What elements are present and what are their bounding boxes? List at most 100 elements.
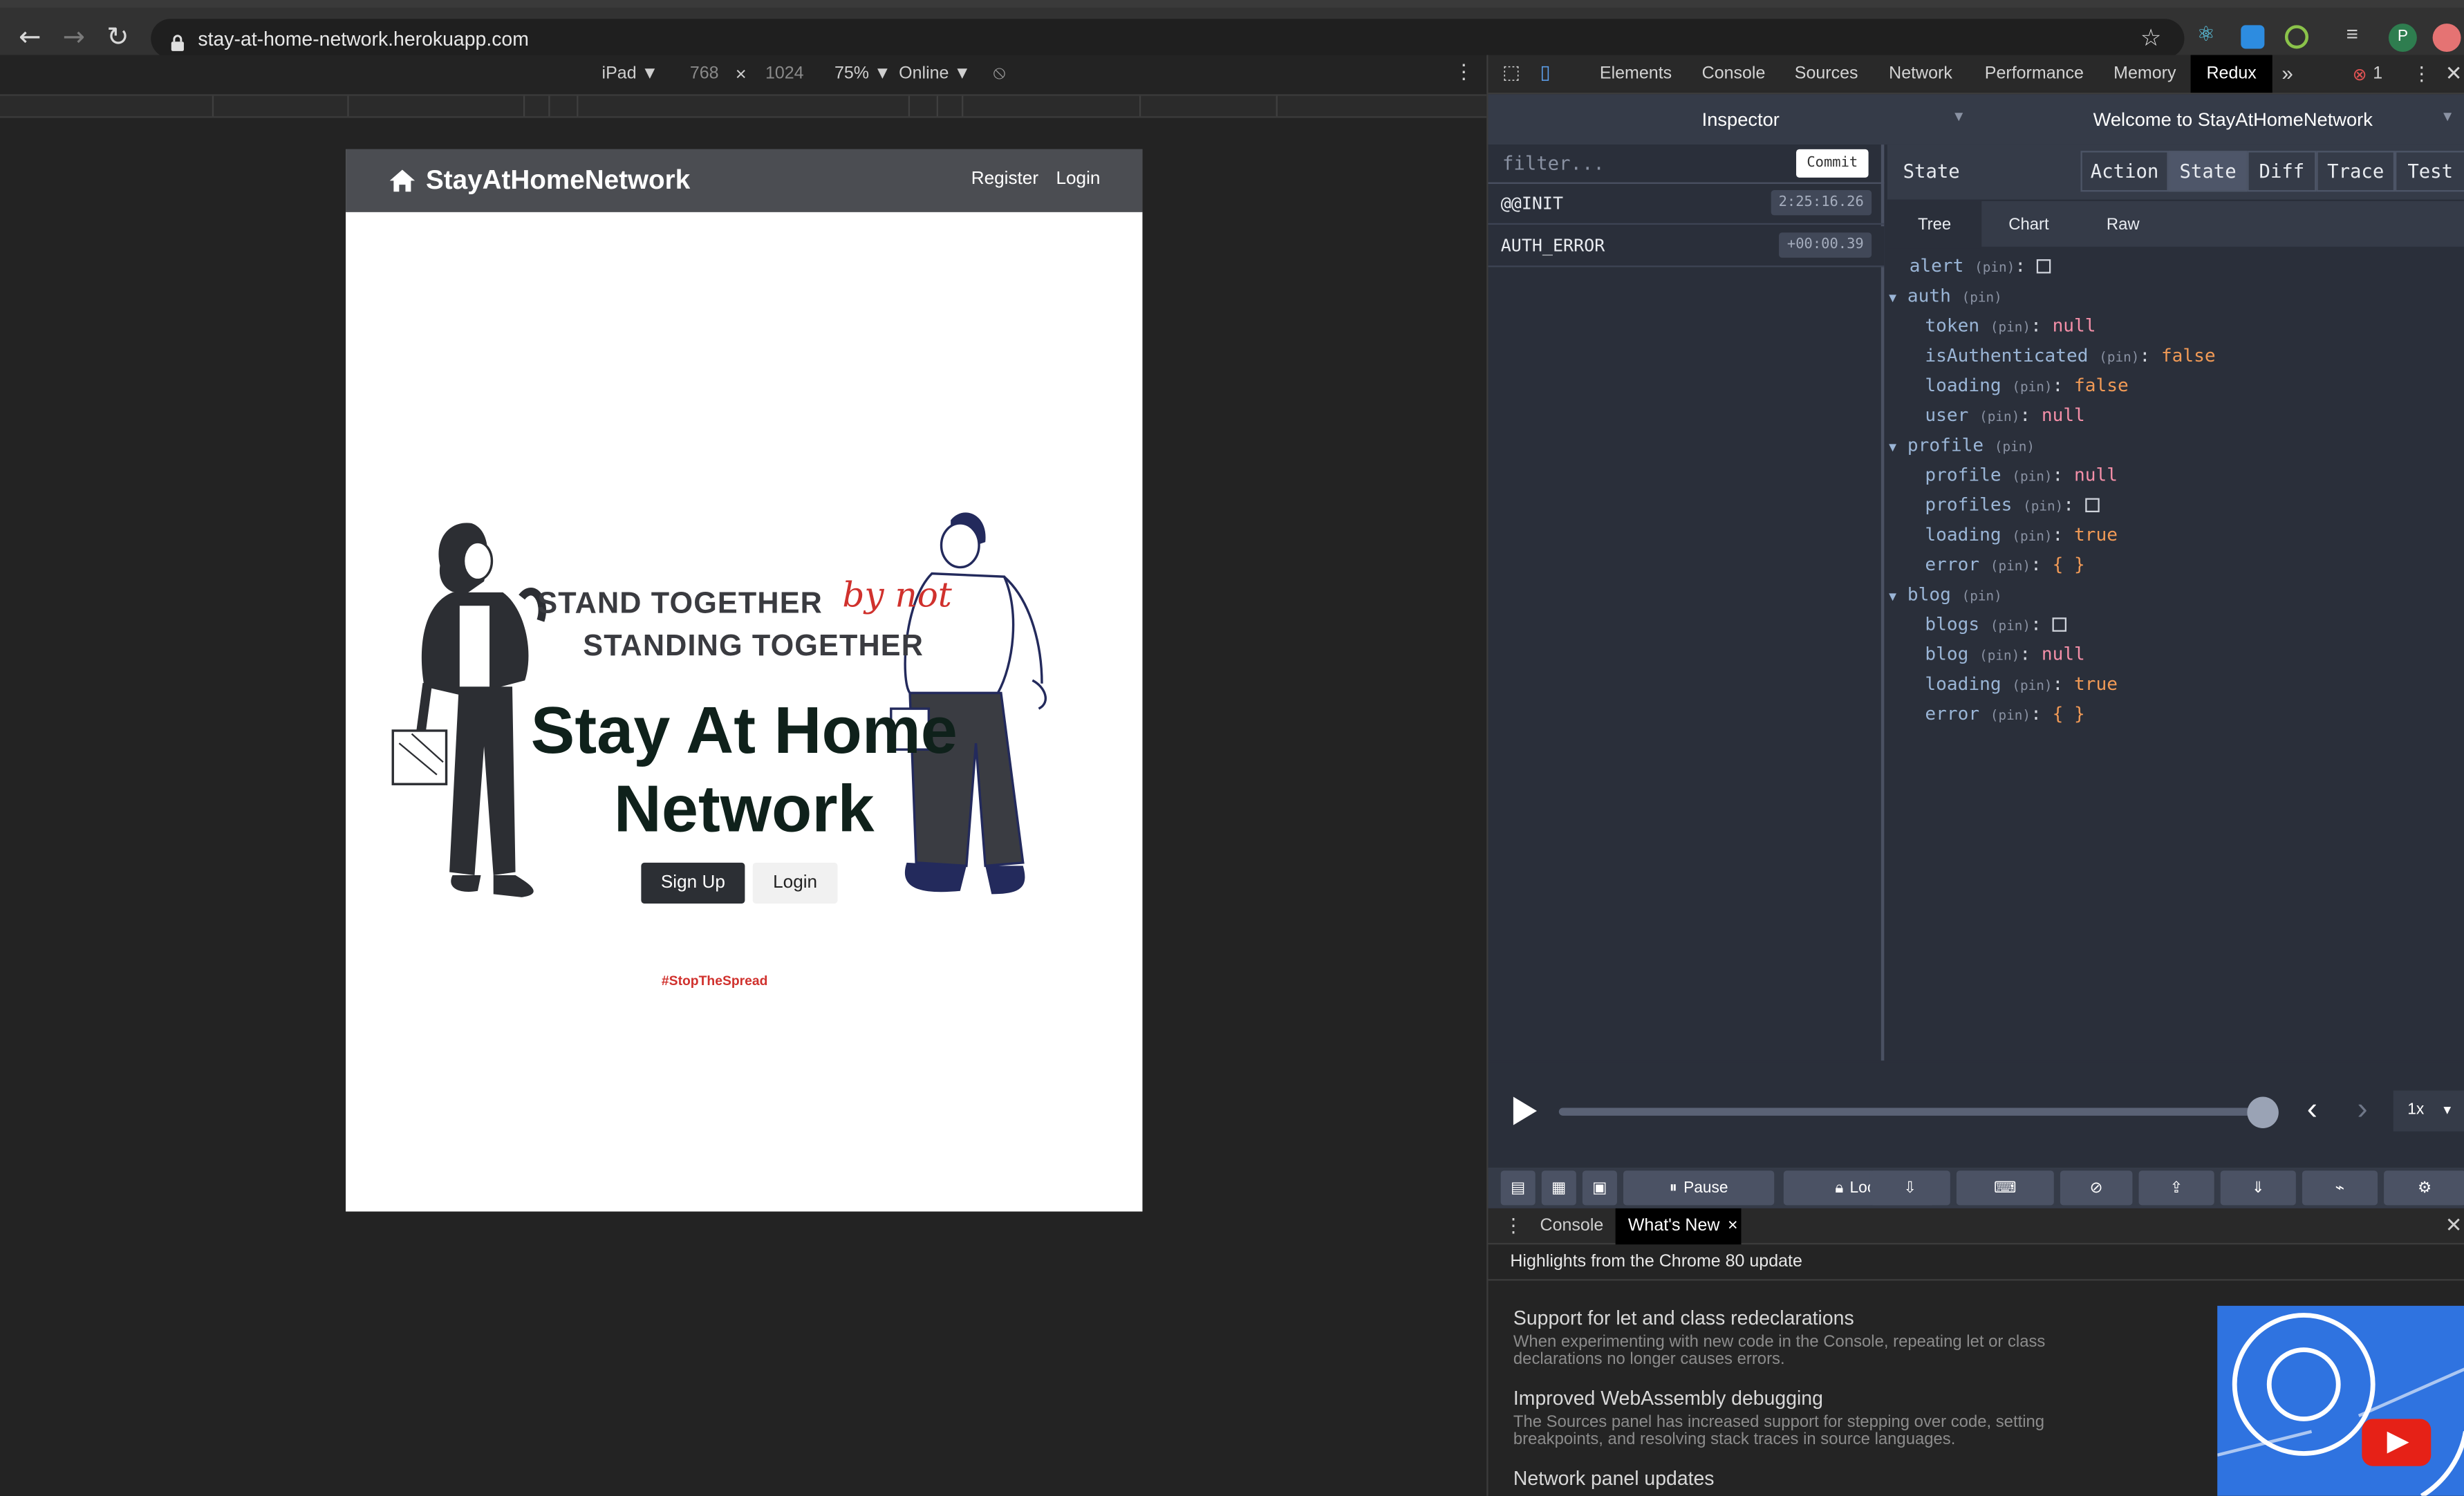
action-time: +00:00.39 [1779, 232, 1872, 258]
subtab-raw[interactable]: Raw [2076, 201, 2170, 248]
time-travel-slider: ‹ › 1x ▼ [1488, 1060, 2464, 1168]
remote-icon[interactable]: ⌁ [2302, 1170, 2378, 1206]
play-icon[interactable] [1510, 1095, 1538, 1126]
site-brand[interactable]: StayAtHomeNetwork [388, 165, 690, 196]
back-button[interactable]: ← [10, 16, 50, 60]
tab-trace[interactable]: Trace [2316, 151, 2396, 192]
more-tabs-icon[interactable]: » [2281, 62, 2293, 85]
news-description: When experimenting with new code in the … [1513, 1332, 2046, 1369]
persist-icon[interactable]: ⇩ [1869, 1170, 1950, 1206]
tab-console[interactable]: Console [1702, 64, 1766, 83]
zoom-select[interactable]: 75% ▼ [834, 64, 891, 83]
emulated-page: StayAtHomeNetwork Register Login STAND T… [346, 149, 1143, 1212]
tree-node-alert[interactable]: alert (pin): [1910, 254, 2051, 284]
tab-test[interactable]: Test [2395, 151, 2464, 192]
action-item[interactable]: @@INIT 2:25:16.26 [1488, 184, 1885, 225]
address-bar[interactable]: stay-at-home-network.herokuapp.com ☆ [151, 19, 2185, 59]
inspect-element-icon[interactable]: ⬚ [1502, 62, 1520, 84]
account-icon[interactable] [2432, 24, 2461, 53]
drawer-tab-whats-new[interactable]: What's New × [1615, 1208, 1742, 1245]
tree-node-auth[interactable]: ▼ auth (pin) [1889, 284, 2002, 314]
device-select[interactable]: iPad ▼ [602, 64, 659, 83]
register-link[interactable]: Register [971, 169, 1038, 188]
width-field[interactable]: 768 [690, 64, 719, 83]
tree-node-blogs[interactable]: blogs (pin): [1925, 613, 2067, 642]
devtools-menu-icon[interactable]: ⋮ [2412, 63, 2431, 85]
sign-up-button[interactable]: Sign Up [641, 862, 745, 904]
video-thumbnail[interactable] [2217, 1305, 2464, 1496]
tree-node-loading[interactable]: loading (pin): true [1925, 673, 2118, 702]
monitor-select[interactable]: Inspector [1702, 109, 1780, 131]
tab-performance[interactable]: Performance [1985, 64, 2084, 83]
login-link[interactable]: Login [1056, 169, 1100, 188]
import-icon[interactable]: ⇪ [2138, 1170, 2214, 1206]
height-field[interactable]: 1024 [765, 64, 804, 83]
reload-button[interactable]: ↻ [97, 16, 138, 60]
tab-action[interactable]: Action [2080, 151, 2169, 192]
tree-node-blog-slice[interactable]: ▼ blog (pin) [1889, 583, 2002, 613]
instance-dropdown-icon[interactable]: ▼ [2440, 109, 2454, 124]
extension-ring-icon[interactable] [2284, 25, 2309, 49]
subtab-chart[interactable]: Chart [1981, 201, 2075, 248]
device-mode-icon[interactable]: ▯ [1540, 62, 1551, 84]
network-select[interactable]: Online ▼ [899, 64, 971, 83]
instance-select[interactable]: Welcome to StayAtHomeNetwork [2093, 109, 2373, 131]
tree-node-user[interactable]: user (pin): null [1925, 404, 2084, 433]
slider-thumb[interactable] [2247, 1096, 2279, 1129]
tree-node-token[interactable]: token (pin): null [1925, 315, 2096, 344]
tab-diff[interactable]: Diff [2247, 151, 2317, 192]
tree-node-loading[interactable]: loading (pin): false [1925, 374, 2128, 404]
settings-icon[interactable]: ⚙ [2384, 1170, 2464, 1206]
action-item-selected[interactable]: AUTH_ERROR +00:00.39 [1488, 226, 1885, 268]
drawer-tab-console[interactable]: Console [1540, 1216, 1604, 1235]
action-filter[interactable]: filter... Commit [1488, 144, 1885, 184]
pause-button[interactable]: ⏸ Pause [1623, 1170, 1775, 1206]
monitor-dropdown-icon[interactable]: ▼ [1952, 109, 1966, 124]
tree-node-error[interactable]: error (pin): { } [1925, 702, 2084, 732]
log-monitor-icon[interactable]: ▤ [1500, 1170, 1536, 1206]
tree-node-profile-slice[interactable]: ▼ profile (pin) [1889, 433, 2035, 463]
commit-button[interactable]: Commit [1796, 149, 1869, 178]
export-icon[interactable]: ⇓ [2220, 1170, 2296, 1206]
speed-select[interactable]: 1x ▼ [2393, 1090, 2464, 1132]
drawer-close-icon[interactable]: ✕ [2445, 1213, 2463, 1238]
tab-redux[interactable]: Redux [2190, 55, 2272, 93]
tab-sources[interactable]: Sources [1795, 64, 1858, 83]
tab-memory[interactable]: Memory [2113, 64, 2176, 83]
dispatcher-icon[interactable]: ⌨ [1956, 1170, 2054, 1206]
news-title[interactable]: Network panel updates [1513, 1468, 1715, 1490]
whats-new-heading: Highlights from the Chrome 80 update [1510, 1252, 1802, 1271]
more-options-icon[interactable]: ⋮ [1454, 59, 1475, 84]
rotate-icon[interactable]: ⦸ [993, 62, 1006, 85]
subtab-tree[interactable]: Tree [1887, 200, 1982, 249]
media-icon[interactable]: ≡ [2346, 22, 2370, 46]
profile-avatar[interactable]: P [2388, 24, 2417, 53]
tab-network[interactable]: Network [1889, 64, 1952, 83]
react-devtools-icon[interactable]: ⚛ [2197, 22, 2221, 46]
tree-node-error[interactable]: error (pin): { } [1925, 553, 2084, 583]
step-forward-icon[interactable]: › [2358, 1092, 2368, 1128]
slider-track[interactable] [1558, 1107, 2264, 1116]
tab-elements[interactable]: Elements [1600, 64, 1672, 83]
tab-state[interactable]: State [2168, 151, 2248, 192]
tree-node-blog[interactable]: blog (pin): null [1925, 643, 2084, 673]
extension-icon[interactable] [2241, 25, 2265, 49]
news-title[interactable]: Support for let and class redeclarations [1513, 1307, 1854, 1329]
error-count[interactable]: 1 [2373, 64, 2382, 83]
forward-button[interactable]: → [53, 16, 94, 60]
tree-node-profile[interactable]: profile (pin): null [1925, 464, 2118, 494]
inspector-icon[interactable]: ▦ [1541, 1170, 1576, 1206]
news-title[interactable]: Improved WebAssembly debugging [1513, 1387, 1823, 1410]
star-icon[interactable]: ☆ [2140, 24, 2162, 52]
chart-monitor-icon[interactable]: ▣ [1582, 1170, 1617, 1206]
devtools-close-icon[interactable]: ✕ [2445, 62, 2463, 86]
slider-toggle-icon[interactable]: ⊘ [2060, 1170, 2133, 1206]
step-back-icon[interactable]: ‹ [2307, 1092, 2317, 1128]
tree-node-profiles[interactable]: profiles (pin): [1925, 494, 2100, 523]
tree-node-isauthenticated[interactable]: isAuthenticated (pin): false [1925, 344, 2215, 374]
tree-node-loading[interactable]: loading (pin): true [1925, 523, 2118, 553]
login-button[interactable]: Login [752, 862, 838, 904]
drawer-menu-icon[interactable]: ⋮ [1504, 1215, 1522, 1237]
error-icon[interactable]: ⊗ [2353, 64, 2367, 84]
brand-text: StayAtHomeNetwork [425, 165, 691, 195]
